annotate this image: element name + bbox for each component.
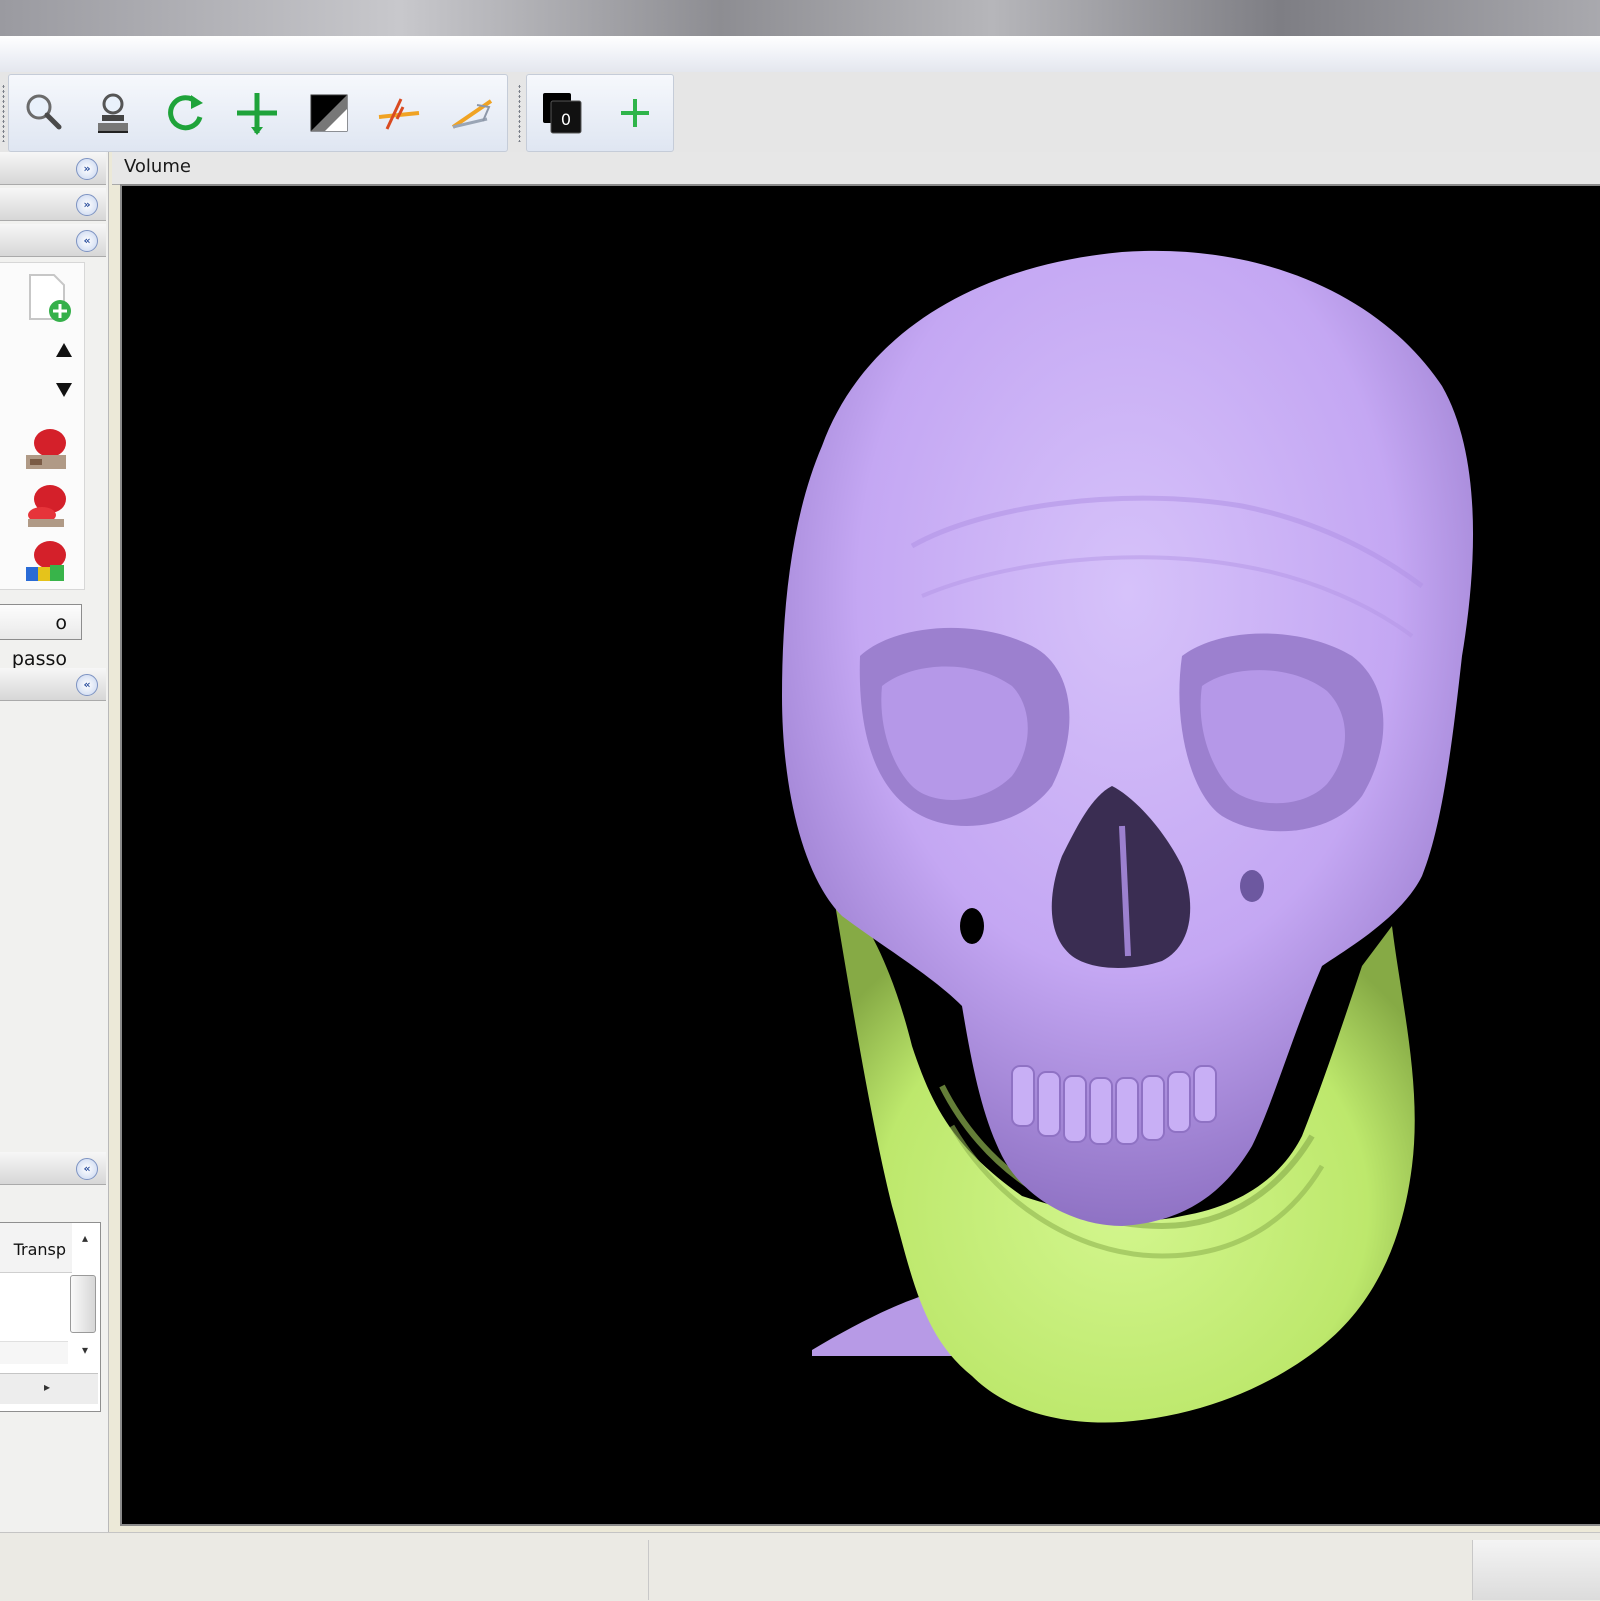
collapse-icon[interactable]: « — [76, 1158, 98, 1180]
scroll-down-icon[interactable]: ▾ — [74, 1343, 96, 1365]
background-strip — [0, 0, 1600, 36]
panel-section-header[interactable]: « — [0, 224, 106, 257]
status-bar-cell — [648, 1540, 1471, 1600]
next-step-button[interactable]: o passo — [0, 604, 82, 670]
skull-render — [782, 250, 1474, 1423]
panel-section-header[interactable]: » — [0, 152, 106, 185]
panel-section-header[interactable]: » — [0, 188, 106, 221]
status-bar-cell — [1472, 1540, 1600, 1600]
scroll-right-icon[interactable]: ▸ — [44, 1380, 50, 1394]
panel-section-header[interactable]: « — [0, 668, 106, 701]
pan-icon[interactable] — [230, 86, 284, 140]
expand-icon[interactable]: » — [76, 194, 98, 216]
viewport-header: Volume — [112, 152, 1600, 185]
collapse-icon[interactable]: « — [76, 674, 98, 696]
move-up-icon[interactable] — [50, 337, 78, 365]
viewport-title: Volume — [124, 156, 191, 177]
skull-multicolor-icon[interactable] — [20, 535, 74, 589]
skull-red-icon[interactable] — [20, 423, 74, 477]
layers-icon[interactable]: 0 — [536, 86, 590, 140]
skull-red-alt-icon[interactable] — [20, 479, 74, 533]
list-item[interactable] — [0, 1341, 68, 1364]
layers-list: Transp ▴ ▾ ▸ — [0, 1222, 101, 1412]
expand-icon[interactable]: » — [76, 158, 98, 180]
zoom-window-icon[interactable] — [86, 86, 140, 140]
window-level-icon[interactable] — [302, 86, 356, 140]
toolbar-grip[interactable] — [518, 84, 521, 142]
rotate-icon[interactable] — [158, 86, 212, 140]
scrollbar-thumb[interactable] — [70, 1275, 96, 1333]
left-side-panel: » » « o passo « « Transp ▴ ▾ ▸ — [0, 152, 109, 1532]
3d-viewport[interactable] — [120, 184, 1600, 1526]
scroll-up-icon[interactable]: ▴ — [74, 1231, 96, 1253]
horizontal-scrollbar[interactable]: ▸ — [0, 1373, 98, 1404]
collapse-icon[interactable]: « — [76, 230, 98, 252]
column-header-transparency[interactable]: Transp — [0, 1223, 72, 1273]
layers-badge: 0 — [561, 110, 571, 129]
toolbar-grip[interactable] — [2, 84, 5, 142]
add-icon[interactable] — [608, 86, 662, 140]
angle-icon[interactable] — [444, 86, 498, 140]
new-document-icon[interactable] — [22, 271, 76, 325]
tools-box — [0, 262, 85, 590]
move-down-icon[interactable] — [50, 375, 78, 403]
window-title-bar — [0, 36, 1600, 73]
measure-icon[interactable] — [372, 86, 426, 140]
panel-section-header[interactable]: « — [0, 1152, 106, 1185]
zoom-icon[interactable] — [16, 86, 70, 140]
